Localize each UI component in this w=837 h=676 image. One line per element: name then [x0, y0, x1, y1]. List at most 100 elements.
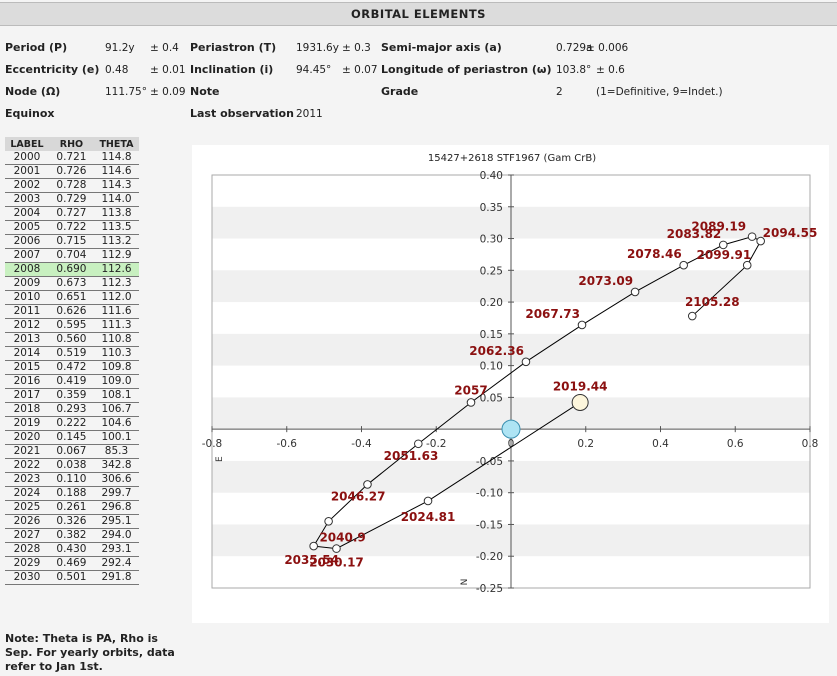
cell-rho: 0.472: [48, 360, 94, 375]
cell-rho: 0.595: [48, 318, 94, 333]
y-tick-label: 0.35: [480, 202, 503, 214]
cell-theta: 112.6: [93, 262, 139, 277]
grade-value: 2: [556, 86, 563, 98]
orbit-point-label: 2078.46: [627, 247, 682, 261]
grade-scale-note: (1=Definitive, 9=Indet.): [596, 86, 723, 98]
primary-star-marker: [501, 419, 521, 439]
cell-label: 2018: [5, 402, 49, 417]
table-row: 2018 0.293 106.7: [5, 402, 139, 417]
table-row: 2005 0.722 113.5: [5, 220, 139, 235]
table-row: 2029 0.469 292.4: [5, 556, 139, 571]
table-row: 2017 0.359 108.1: [5, 388, 139, 403]
cell-label: 2028: [5, 542, 49, 557]
y-tick-label: -0.25: [476, 583, 503, 595]
y-tick-label: -0.10: [476, 488, 503, 500]
table-row: 2016 0.419 109.0: [5, 374, 139, 389]
orbit-point-label: 2040.9: [319, 530, 365, 544]
x-tick-label: -0.8: [202, 438, 223, 450]
cell-label: 2019: [5, 416, 49, 431]
y-tick-label: 0.20: [480, 297, 503, 309]
table-row: 2008 0.690 112.6: [5, 262, 139, 277]
current-position-label: 2019.44: [553, 379, 608, 393]
orbit-point-label: 2062.36: [469, 344, 524, 358]
cell-theta: 293.1: [93, 542, 139, 557]
table-row: 2001 0.726 114.6: [5, 164, 139, 179]
cell-rho: 0.722: [48, 220, 94, 235]
cell-label: 2022: [5, 458, 49, 473]
table-row: 2024 0.188 299.7: [5, 486, 139, 501]
periastron-value: 1931.6y: [296, 42, 339, 54]
cell-theta: 109.8: [93, 360, 139, 375]
table-row: 2015 0.472 109.8: [5, 360, 139, 375]
cell-rho: 0.690: [48, 262, 94, 277]
table-row: 2010 0.651 112.0: [5, 290, 139, 305]
cell-theta: 110.3: [93, 346, 139, 361]
period-value: 91.2y: [105, 42, 135, 54]
cell-label: 2013: [5, 332, 49, 347]
table-row: 2030 0.501 291.8: [5, 570, 139, 585]
table-row: 2021 0.067 85.3: [5, 444, 139, 459]
table-row: 2026 0.326 295.1: [5, 514, 139, 529]
table-row: 2025 0.261 296.8: [5, 500, 139, 515]
cell-label: 2017: [5, 388, 49, 403]
cell-theta: 100.1: [93, 430, 139, 445]
semi-major-axis-label: Semi-major axis (a): [381, 41, 502, 54]
x-tick-label: 0.4: [652, 438, 669, 450]
period-error: ± 0.4: [150, 42, 179, 54]
cell-label: 2000: [5, 151, 49, 165]
table-row: 2027 0.382 294.0: [5, 528, 139, 543]
x-tick-label: 0.2: [577, 438, 594, 450]
orbit-point-label: 2051.63: [384, 449, 439, 463]
orbit-point-label: 2105.28: [685, 295, 740, 309]
column-header-rho: RHO: [48, 137, 94, 151]
table-header-row: LABEL RHO THETA: [5, 137, 139, 151]
table-row: 2002 0.728 114.3: [5, 178, 139, 193]
equinox-label: Equinox: [5, 107, 55, 120]
last-observation-label: Last observation: [190, 107, 294, 120]
cell-rho: 0.222: [48, 416, 94, 431]
x-tick-label: 0.8: [802, 438, 819, 450]
orbit-point-label: 2083.82: [667, 227, 722, 241]
orbit-point-marker: [423, 496, 433, 506]
node-error: ± 0.09: [150, 86, 186, 98]
cell-label: 2014: [5, 346, 49, 361]
cell-theta: 106.7: [93, 402, 139, 417]
orbit-point-marker: [747, 232, 757, 241]
orbit-point-marker: [466, 398, 476, 407]
cell-rho: 0.728: [48, 178, 94, 193]
table-note: Note: Theta is PA, Rho is Sep. For yearl…: [5, 632, 175, 673]
cell-rho: 0.293: [48, 402, 94, 417]
cell-rho: 0.038: [48, 458, 94, 473]
cell-rho: 0.469: [48, 556, 94, 571]
orbit-chart: 15427+2618 STF1967 (Gam CrB) -0.8 -0.6 -0.…: [202, 153, 819, 595]
cell-theta: 114.8: [93, 151, 139, 165]
cell-theta: 112.9: [93, 248, 139, 263]
y-tick-label: 0.15: [480, 329, 503, 341]
cell-label: 2027: [5, 528, 49, 543]
cell-rho: 0.729: [48, 192, 94, 207]
column-header-label: LABEL: [5, 137, 49, 151]
last-observation-value: 2011: [296, 108, 323, 120]
cell-theta: 342.8: [93, 458, 139, 473]
x-tick-label: -0.6: [277, 438, 298, 450]
table-row: 2007 0.704 112.9: [5, 248, 139, 263]
table-row: 2023 0.110 306.6: [5, 472, 139, 487]
cell-label: 2023: [5, 472, 49, 487]
cell-label: 2026: [5, 514, 49, 529]
eccentricity-label: Eccentricity (e): [5, 63, 100, 76]
table-row: 2003 0.729 114.0: [5, 192, 139, 207]
cell-rho: 0.145: [48, 430, 94, 445]
periastron-error: ± 0.3: [342, 42, 371, 54]
cell-rho: 0.560: [48, 332, 94, 347]
cell-rho: 0.673: [48, 276, 94, 291]
cell-label: 2016: [5, 374, 49, 389]
orbit-point-label: 2094.55: [763, 226, 818, 240]
cell-rho: 0.626: [48, 304, 94, 319]
cell-theta: 85.3: [93, 444, 139, 459]
cell-rho: 0.501: [48, 570, 94, 585]
inclination-label: Inclination (i): [190, 63, 274, 76]
cell-rho: 0.419: [48, 374, 94, 389]
x-tick-label: -0.4: [351, 438, 372, 450]
cell-label: 2003: [5, 192, 49, 207]
cell-rho: 0.326: [48, 514, 94, 529]
